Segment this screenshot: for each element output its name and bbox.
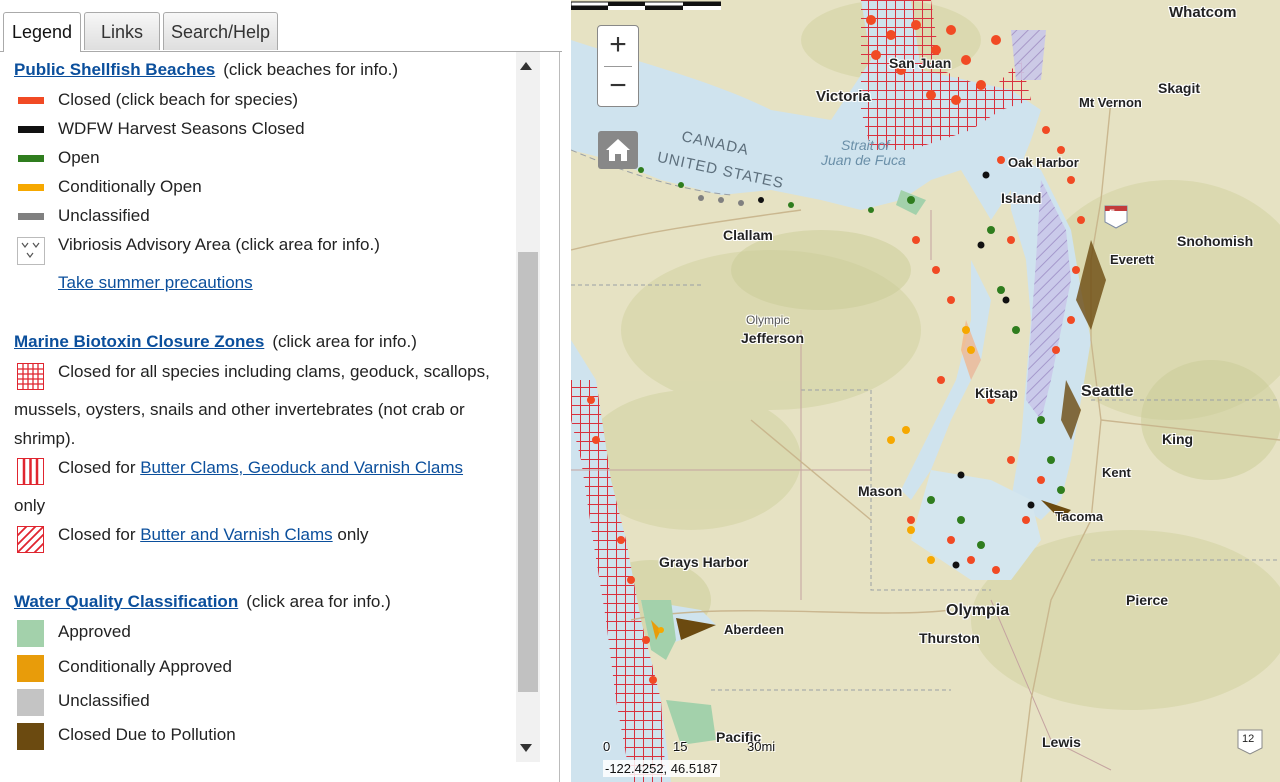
closed-pollution-label: Closed Due to Pollution [58, 725, 236, 744]
panel-divider [559, 52, 560, 782]
biotoxin-all-species-line2: mussels, oysters, snails and other inver… [14, 400, 465, 419]
label-whatcom: Whatcom [1169, 4, 1237, 21]
zoom-out-button[interactable]: − [598, 67, 638, 107]
label-juan-de-fuca: Juan de Fuca [821, 152, 906, 168]
label-everett: Everett [1110, 252, 1155, 267]
biotoxin-note: (click area for info.) [272, 332, 417, 351]
label-skagit: Skagit [1158, 80, 1201, 96]
tab-search-help[interactable]: Search/Help [163, 12, 278, 50]
label-victoria: Victoria [816, 88, 871, 105]
highway-12-number: 12 [1242, 733, 1255, 745]
biotoxin-all-species-line3: shrimp). [14, 429, 76, 448]
label-oak-harbor: Oak Harbor [1008, 155, 1079, 170]
closed-for-prefix-2: Closed for [58, 525, 141, 544]
scroll-down-arrow[interactable] [520, 744, 532, 752]
scale-zero: 0 [603, 739, 611, 754]
label-grays-harbor: Grays Harbor [659, 554, 749, 570]
map-canvas[interactable] [571, 0, 1280, 782]
butter-varnish-link[interactable]: Butter and Varnish Clams [140, 525, 332, 544]
label-mt-vernon: Mt Vernon [1079, 95, 1142, 110]
approved-swatch [17, 620, 44, 647]
scroll-up-arrow[interactable] [520, 62, 532, 70]
label-king: King [1162, 431, 1194, 447]
label-snohomish: Snohomish [1177, 233, 1254, 249]
scale-bar [571, 1, 721, 10]
unclassified-water-swatch [17, 689, 44, 716]
wdfw-closed-label: WDFW Harvest Seasons Closed [58, 119, 305, 138]
label-kitsap: Kitsap [975, 385, 1018, 401]
tab-legend[interactable]: Legend [3, 12, 81, 52]
zoom-in-button[interactable]: + [598, 26, 638, 66]
label-jefferson: Jefferson [741, 330, 805, 346]
water-quality-section-header: Water Quality Classification (click area … [14, 592, 391, 612]
legend-content[interactable]: Public Shellfish Beaches (click beaches f… [0, 52, 542, 782]
closed-for-prefix-1: Closed for [58, 458, 141, 477]
map-view[interactable]: Whatcom San Juan Victoria Mt Vernon Skag… [571, 0, 1280, 782]
label-pierce: Pierce [1126, 592, 1169, 608]
butter-geoduck-varnish-link[interactable]: Butter Clams, Geoduck and Varnish Clams [140, 458, 463, 477]
label-strait-of: Strait of [841, 137, 890, 153]
label-seattle: Seattle [1081, 383, 1134, 400]
scale-mid: 15 [673, 739, 688, 754]
label-tacoma: Tacoma [1055, 509, 1104, 524]
summer-precautions-link[interactable]: Take summer precautions [58, 273, 253, 293]
biotoxin-butter-varnish-text: Closed for Butter and Varnish Clams only [58, 525, 369, 545]
closed-swatch [18, 97, 44, 104]
legend-panel: Legend Links Search/Help Public Shellfis… [0, 0, 570, 782]
label-island: Island [1001, 190, 1042, 206]
label-mason: Mason [858, 483, 903, 499]
vibriosis-icon [17, 237, 45, 265]
label-clallam: Clallam [723, 227, 773, 243]
legend-scrollbar[interactable] [516, 52, 540, 762]
shellfish-note: (click beaches for info.) [223, 60, 399, 79]
shellfish-title-link[interactable]: Public Shellfish Beaches [14, 60, 215, 79]
biotoxin-section-header: Marine Biotoxin Closure Zones (click area… [14, 332, 417, 352]
zoom-control: + − [597, 25, 639, 107]
tab-bar: Legend Links Search/Help [0, 0, 562, 52]
scroll-thumb[interactable] [518, 252, 538, 692]
biotoxin-butter-geoduck-text: Closed for Butter Clams, Geoduck and Var… [58, 458, 463, 478]
closed-pollution-swatch [17, 723, 44, 750]
water-quality-note: (click area for info.) [246, 592, 391, 611]
conditionally-approved-label: Conditionally Approved [58, 657, 232, 676]
label-san-juan: San Juan [889, 55, 952, 71]
shellfish-section-header: Public Shellfish Beaches (click beaches f… [14, 60, 398, 80]
home-icon [606, 139, 630, 161]
unclassified-water-label: Unclassified [58, 691, 150, 710]
water-quality-title-link[interactable]: Water Quality Classification [14, 592, 238, 611]
biotoxin-butter-geoduck-suffix: only [14, 496, 46, 515]
coordinate-readout: -122.4252, 46.5187 [603, 760, 720, 777]
wdfw-closed-swatch [18, 126, 44, 133]
biotoxin-all-species-text-1: Closed for all species including clams, … [58, 362, 490, 381]
vertical-stripes-icon [17, 458, 44, 485]
label-aberdeen: Aberdeen [724, 622, 784, 637]
biotoxin-title-link[interactable]: Marine Biotoxin Closure Zones [14, 332, 264, 351]
label-olympic: Olympic [746, 313, 790, 327]
crosshatch-all-species-icon [17, 363, 44, 390]
home-button[interactable] [598, 131, 638, 169]
closed-label: Closed (click beach for species) [58, 90, 298, 109]
conditionally-approved-swatch [17, 655, 44, 682]
open-label: Open [58, 148, 100, 167]
unclassified-beach-label: Unclassified [58, 206, 150, 225]
scale-end: 30mi [747, 739, 776, 754]
label-thurston: Thurston [919, 630, 980, 646]
approved-label: Approved [58, 622, 131, 641]
open-swatch [18, 155, 44, 162]
diagonal-stripes-icon [17, 526, 44, 553]
conditionally-open-swatch [18, 184, 44, 191]
conditionally-open-label: Conditionally Open [58, 177, 202, 196]
highway-5-number: 5 [1109, 208, 1116, 220]
only-suffix: only [332, 525, 369, 544]
vibriosis-label: Vibriosis Advisory Area (click area for … [58, 235, 380, 254]
label-lewis: Lewis [1042, 734, 1081, 750]
unclassified-beach-swatch [18, 213, 44, 220]
label-olympia: Olympia [946, 602, 1010, 619]
label-kent: Kent [1102, 465, 1131, 480]
tab-links[interactable]: Links [84, 12, 160, 50]
